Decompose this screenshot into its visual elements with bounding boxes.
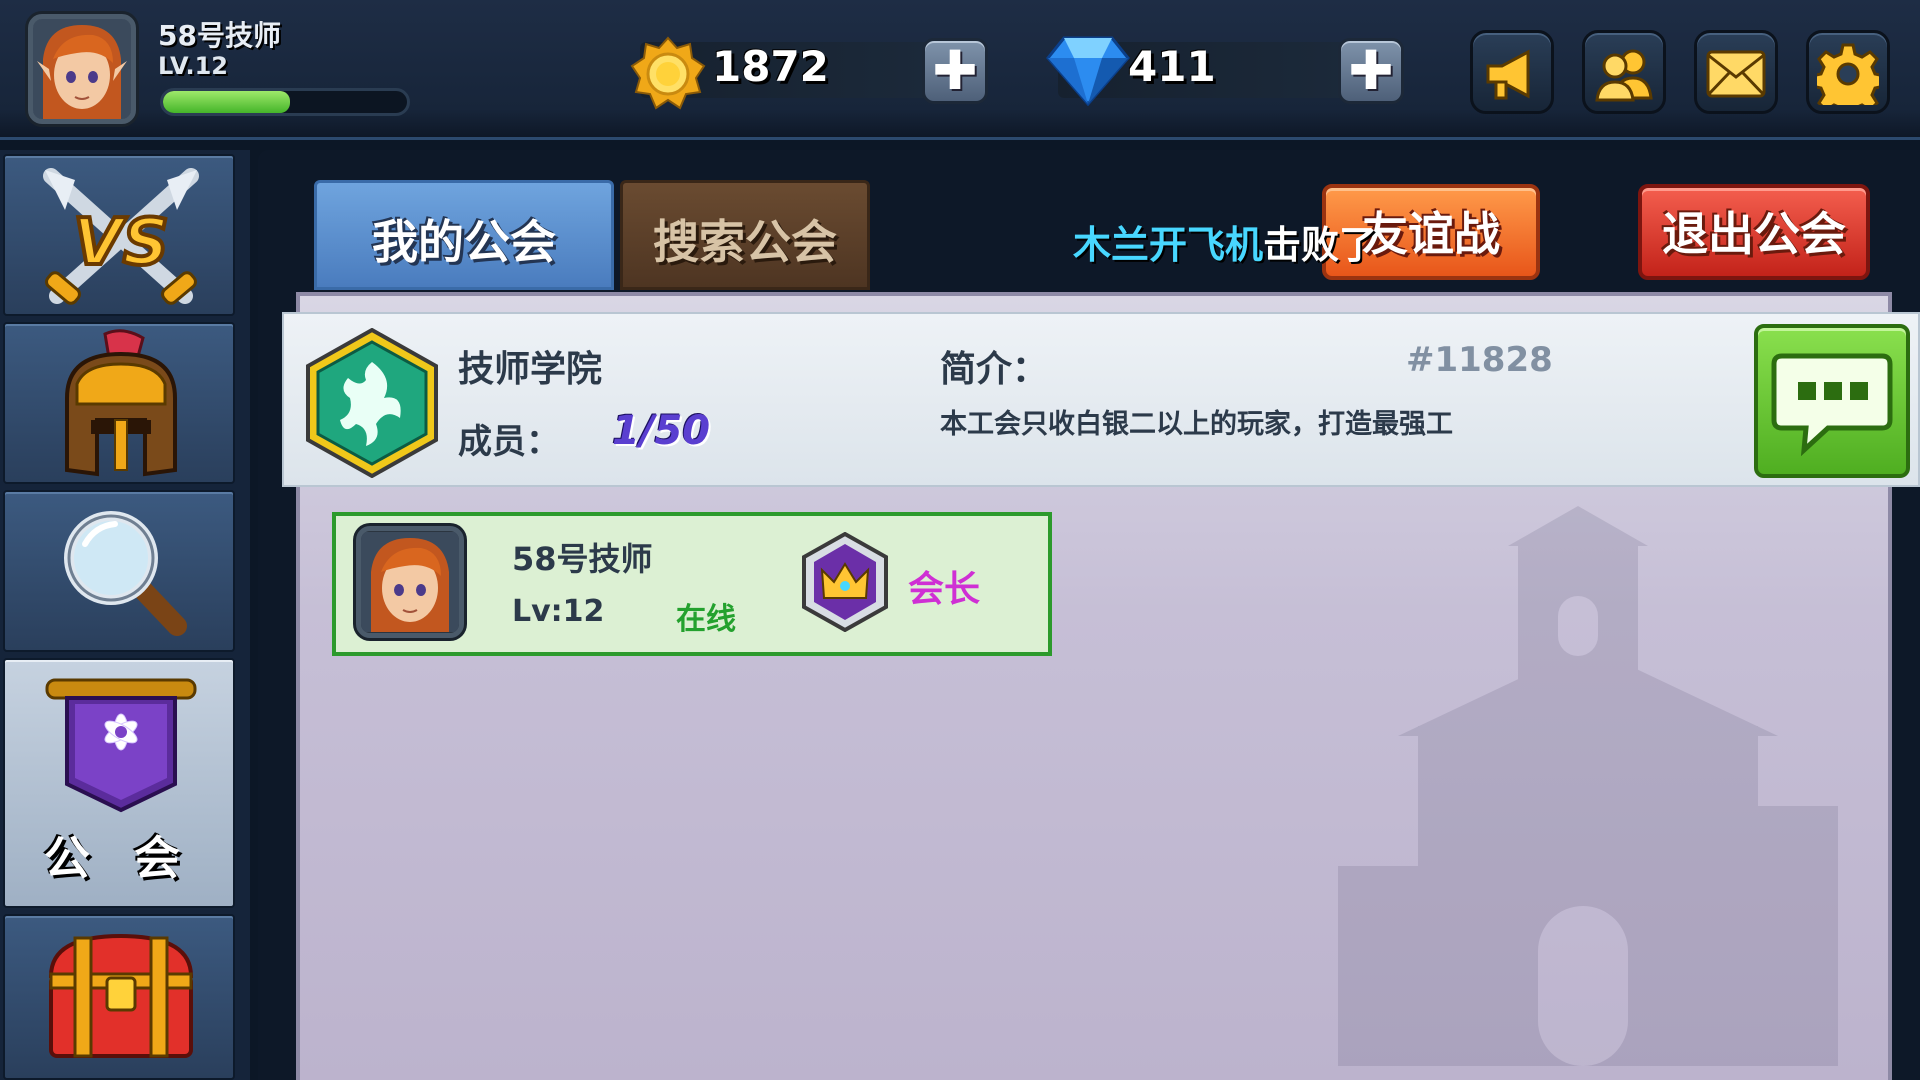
mail-icon <box>1706 50 1766 98</box>
tab-search-guild[interactable]: 搜索公会 <box>620 180 870 290</box>
guild-emblem-icon <box>306 328 438 478</box>
svg-text:VS: VS <box>73 206 169 280</box>
members-label: 成员： <box>458 422 560 462</box>
xp-progress-fill <box>163 91 290 113</box>
megaphone-icon <box>1486 49 1530 100</box>
sidebar-item-chest[interactable] <box>3 914 235 1080</box>
guild-banner-icon <box>45 678 197 813</box>
hero-portrait-icon <box>33 19 131 119</box>
sidebar-item-heroes[interactable] <box>3 322 235 484</box>
add-diamonds-button[interactable]: ✚ <box>1338 38 1404 104</box>
members-count: 1/50 <box>612 408 711 454</box>
member-name: 58号技师 <box>512 540 653 578</box>
treasure-chest-icon <box>48 933 194 1058</box>
player-level: LV.12 <box>158 52 228 80</box>
guild-info-card: 技师学院 成员： 1/50 简介： #11828 本工会只收白银二以上的玩家，打… <box>282 312 1920 487</box>
hero-portrait-icon <box>361 532 459 632</box>
guild-chat-button[interactable] <box>1754 324 1910 478</box>
castle-background-icon <box>1338 506 1838 1066</box>
avatar <box>356 526 464 638</box>
announcement-button[interactable] <box>1470 30 1554 114</box>
gold-amount: 1872 <box>712 42 829 91</box>
player-avatar[interactable] <box>28 14 136 124</box>
settings-gear-icon <box>1810 43 1886 119</box>
magnifier-icon <box>64 511 187 636</box>
member-level: Lv:12 <box>512 594 605 629</box>
intro-label: 简介： <box>940 349 1049 390</box>
scrolling-announcement: 木兰开飞机击败了 <box>1073 214 1377 269</box>
guild-name: 技师学院 <box>458 349 603 390</box>
gold-coin-icon <box>630 36 706 110</box>
vs-swords-icon: VS <box>43 168 199 305</box>
sidebar-item-search[interactable] <box>3 490 235 652</box>
add-gold-button[interactable]: ✚ <box>922 38 988 104</box>
tab-my-guild[interactable]: 我的公会 <box>314 180 614 290</box>
member-online-status: 在线 <box>676 602 736 637</box>
mail-button[interactable] <box>1694 30 1778 114</box>
guild-intro-text: 本工会只收白银二以上的玩家，打造最强工 <box>940 409 1453 440</box>
member-role: 会长 <box>908 569 981 610</box>
sidebar-item-guild[interactable]: 公 会 <box>3 658 235 908</box>
announcement-player-name: 木兰开飞机 <box>1073 223 1264 267</box>
left-sidebar: VS 公 会 <box>0 150 250 1080</box>
sidebar-item-label: 公 会 <box>43 831 194 885</box>
crown-badge-icon <box>802 532 888 632</box>
announcement-text: 击败了 <box>1263 223 1378 267</box>
helmet-icon <box>65 329 177 477</box>
settings-button[interactable] <box>1806 30 1890 119</box>
chat-bubble-icon <box>1771 353 1893 457</box>
xp-progress-bar <box>160 88 410 116</box>
friends-button[interactable] <box>1582 30 1666 114</box>
quit-guild-button[interactable]: 退出公会 <box>1638 184 1870 280</box>
diamond-icon <box>1046 36 1130 106</box>
friends-icon <box>1595 49 1653 102</box>
list-item[interactable]: 58号技师 Lv:12 在线 会长 <box>332 512 1052 656</box>
guild-id: #11828 <box>1406 340 1553 380</box>
top-bar: 58号技师 LV.12 1872 ✚ 411 ✚ <box>0 0 1920 140</box>
player-name: 58号技师 <box>158 19 281 52</box>
guild-panel: 我的公会 搜索公会 友谊战 木兰开飞机击败了 退出公会 技师学院 成员： 1/5… <box>258 150 1920 1080</box>
diamond-amount: 411 <box>1128 42 1216 91</box>
sidebar-item-battle[interactable]: VS <box>3 154 235 316</box>
